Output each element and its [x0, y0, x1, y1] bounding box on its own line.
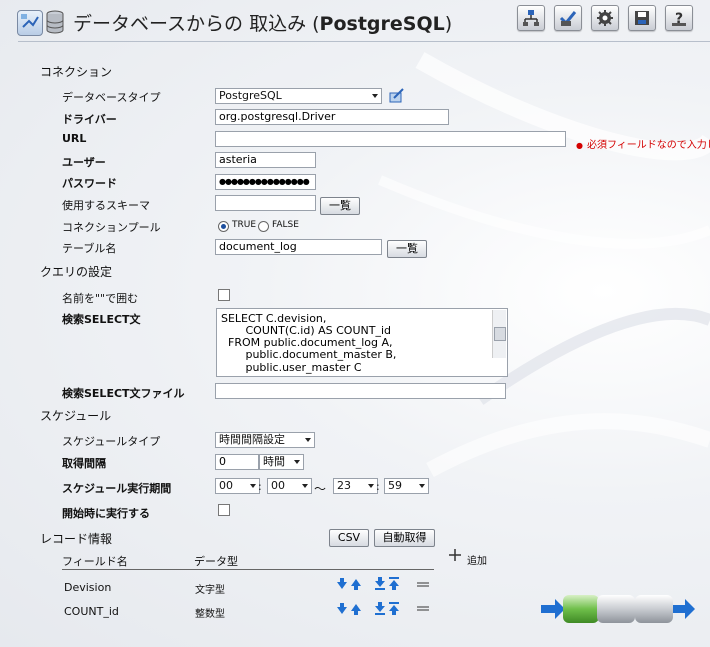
quote-checkbox[interactable] [218, 289, 230, 301]
add-label[interactable]: 追加 [467, 552, 487, 567]
chevron-down-icon [368, 484, 374, 488]
network-button[interactable] [517, 5, 545, 31]
page-title: データベースからの 取込み (PostgreSQL) [73, 13, 453, 35]
help-button[interactable]: ? [665, 5, 693, 31]
select-file-label: 検索SELECT文ファイル [62, 387, 185, 400]
user-label: ユーザー [62, 156, 106, 169]
interval-field[interactable]: 0 [215, 454, 259, 470]
db-type-select[interactable]: PostgreSQL [215, 88, 382, 104]
interval-label: 取得間隔 [62, 457, 106, 470]
select-label: 検索SELECT文 [62, 313, 141, 326]
pool-label: コネクションプール [62, 221, 161, 234]
field-name: Devision [64, 581, 112, 594]
move-down-up-icon[interactable] [336, 602, 364, 616]
move-down-up-icon[interactable] [336, 577, 364, 591]
interval-unit-select[interactable]: 時間 [259, 454, 304, 470]
section-connection: コネクション [40, 65, 113, 79]
section-record: レコード情報 [40, 532, 113, 546]
table-field[interactable]: document_log [215, 239, 382, 255]
pipeline-icon [541, 595, 695, 623]
gear-icon [597, 10, 613, 26]
field-type: 整数型 [195, 609, 225, 620]
pool-true-radio[interactable] [218, 221, 229, 232]
end-hour-select[interactable]: 23 [333, 478, 378, 494]
schedule-type-label: スケジュールタイプ [62, 435, 161, 448]
driver-label: ドライバー [62, 113, 117, 126]
password-field[interactable]: ●●●●●●●●●●●●●●● [215, 174, 316, 190]
delete-row-icon[interactable] [417, 582, 429, 588]
url-label: URL [62, 132, 87, 145]
col-header-type: データ型 [194, 555, 238, 568]
chevron-down-icon [372, 94, 378, 98]
sql-line: public.user_master C [221, 361, 362, 374]
user-field[interactable]: asteria [215, 152, 316, 168]
select-file-field[interactable] [215, 383, 506, 399]
password-label: パスワード [62, 177, 117, 190]
move-bottom-top-icon[interactable] [374, 602, 402, 616]
delete-row-icon[interactable] [417, 606, 429, 612]
chevron-down-icon [302, 484, 308, 488]
section-schedule: スケジュール [40, 409, 112, 423]
quote-label: 名前を""で囲む [62, 292, 139, 305]
end-min-select[interactable]: 59 [384, 478, 429, 494]
schema-field[interactable] [215, 195, 316, 211]
header-divider [18, 41, 710, 42]
db-type-label: データベースタイプ [62, 91, 161, 104]
field-name: COUNT_id [64, 605, 119, 618]
app-icon [17, 10, 43, 36]
csv-button[interactable]: CSV [329, 529, 369, 547]
time-separator: : [258, 480, 262, 493]
schema-list-button[interactable]: 一覧 [320, 197, 360, 215]
save-button[interactable] [628, 5, 656, 31]
run-on-start-label: 開始時に実行する [62, 507, 150, 520]
check-button[interactable] [554, 5, 582, 31]
table-header-line [62, 569, 434, 570]
table-label: テーブル名 [62, 242, 117, 255]
add-icon[interactable] [449, 549, 461, 561]
pool-true-label: TRUE [232, 220, 257, 230]
schema-label: 使用するスキーマ [62, 199, 150, 212]
start-min-select[interactable]: 00 [267, 478, 312, 494]
start-hour-select[interactable]: 00 [215, 478, 260, 494]
scrollbar-thumb[interactable] [494, 327, 506, 341]
chevron-down-icon [294, 460, 300, 464]
schedule-type-select[interactable]: 時間間隔設定 [215, 432, 315, 448]
database-icon [46, 10, 64, 34]
chevron-down-icon [305, 438, 311, 442]
network-icon [523, 10, 539, 26]
sql-line: public.document_master B, [221, 348, 397, 361]
range-separator: ～ [314, 482, 327, 496]
table-list-button[interactable]: 一覧 [387, 240, 427, 258]
required-note: 必須フィールドなので入力して [576, 136, 710, 151]
period-label: スケジュール実行期間 [62, 482, 172, 495]
textarea-scrollbar[interactable] [492, 310, 506, 358]
edit-db-icon[interactable] [389, 88, 405, 104]
col-header-field: フィールド名 [62, 555, 128, 568]
save-icon [635, 11, 649, 25]
settings-button[interactable] [591, 5, 619, 31]
move-bottom-top-icon[interactable] [374, 577, 402, 591]
check-icon [559, 11, 577, 26]
section-query: クエリの設定 [40, 265, 113, 279]
driver-field[interactable]: org.postgresql.Driver [215, 109, 449, 125]
pool-false-label: FALSE [272, 220, 299, 230]
url-field[interactable] [215, 131, 566, 147]
help-icon: ? [672, 11, 686, 27]
run-on-start-checkbox[interactable] [218, 504, 230, 516]
pool-false-radio[interactable] [258, 221, 269, 232]
window-header: データベースからの 取込み (PostgreSQL) ? [0, 0, 710, 42]
select-textarea[interactable]: SELECT C.devision, COUNT(C.id) AS COUNT_… [216, 308, 508, 377]
chevron-down-icon [250, 484, 256, 488]
field-type: 文字型 [195, 585, 225, 596]
time-separator: : [376, 480, 380, 493]
auto-fetch-button[interactable]: 自動取得 [374, 529, 435, 547]
chevron-down-icon [419, 484, 425, 488]
